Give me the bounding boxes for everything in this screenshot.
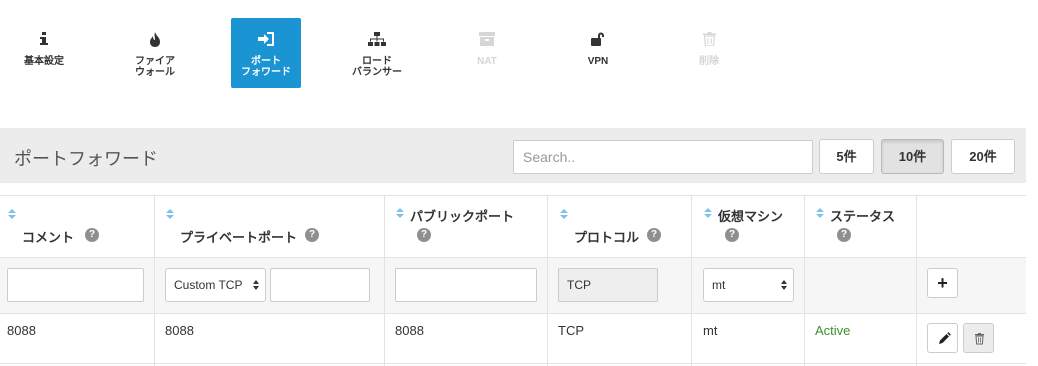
archive-icon [452,32,522,54]
vm-select[interactable]: mt [703,268,794,302]
comment-input[interactable] [7,268,144,302]
help-icon[interactable]: ? [85,228,99,242]
vm-select-value: mt [712,278,726,292]
tool-port-forward[interactable]: ポート フォワード [231,18,301,88]
sort-icon[interactable] [396,208,404,218]
cell-vm: mt [703,323,718,338]
cell-public-port: 8088 [395,323,424,338]
tool-load-balancer[interactable]: ロード バランサー [342,18,412,88]
fire-icon [120,32,190,54]
col-divider [384,195,385,366]
tool-load-balancer-label-1: ロード [362,56,392,67]
plus-icon: + [937,273,948,293]
column-header-label: プロトコル [574,230,640,245]
tool-firewall[interactable]: ファイア ウォール [120,18,190,88]
trash-icon [975,333,984,345]
search-input[interactable] [513,140,813,174]
column-header-label: コメント [22,230,75,245]
help-icon[interactable]: ? [725,228,739,242]
sort-icon[interactable] [560,209,568,219]
column-header-label: ステータス [830,209,896,224]
column-header-label: プライベートポート [180,230,298,245]
protocol-type-select-value: Custom TCP [174,278,243,292]
help-icon[interactable]: ? [417,228,431,242]
sort-icon[interactable] [816,208,824,218]
tool-firewall-label-1: ファイア [135,56,175,67]
add-rule-button[interactable]: + [927,268,958,298]
tool-vpn-label: VPN [587,56,609,67]
protocol-type-select[interactable]: Custom TCP [165,268,266,302]
tool-vpn[interactable]: VPN [563,18,633,88]
delete-row-button[interactable] [963,323,994,353]
cell-comment: 8088 [7,323,36,338]
trash-icon [674,32,744,54]
tool-port-forward-label-1: ポート [251,56,281,67]
sort-icon[interactable] [704,208,712,218]
select-arrows-icon [781,280,787,290]
cell-status: Active [815,323,851,338]
tool-nat[interactable]: NAT [452,18,522,88]
protocol-field: TCP [558,268,658,302]
select-arrows-icon [253,280,259,290]
help-icon[interactable]: ? [305,228,319,242]
tool-load-balancer-label-2: バランサー [352,67,402,78]
col-divider [691,195,692,366]
column-header-label: パブリックポート [410,209,515,224]
tool-port-forward-label-2: フォワード [241,67,291,78]
col-divider [154,195,155,366]
public-port-input[interactable] [395,268,537,302]
cell-private-port: 8088 [165,323,194,338]
tool-basic-settings[interactable]: 基本設定 [9,18,79,88]
column-header-label: 仮想マシン [718,209,784,224]
page-size-5-button[interactable]: 5件 [819,139,874,174]
sitemap-icon [342,32,412,54]
tool-firewall-label-2: ウォール [135,67,175,78]
toolbar: 基本設定 ファイア ウォール ポート フォワード ロード バランサー NAT V… [0,0,1038,128]
col-divider [804,195,805,366]
info-icon [9,32,79,54]
pencil-icon [939,332,951,344]
sign-in-icon [231,32,301,54]
list-header: ポートフォワード 5件 10件 20件 [0,128,1026,183]
col-divider [547,195,548,366]
help-icon[interactable]: ? [647,228,661,242]
edit-button[interactable] [927,323,958,353]
page-size-20-button[interactable]: 20件 [951,139,1015,174]
page-title: ポートフォワード [14,149,158,169]
page-size-10-button[interactable]: 10件 [881,139,944,174]
tool-delete[interactable]: 削除 [674,18,744,88]
help-icon[interactable]: ? [837,228,851,242]
cell-protocol: TCP [558,323,584,338]
sort-icon[interactable] [8,209,16,219]
tool-delete-label: 削除 [699,56,719,67]
private-port-input[interactable] [270,268,370,302]
unlock-icon [563,32,633,54]
tool-nat-label: NAT [477,56,497,67]
col-divider [916,195,917,366]
sort-icon[interactable] [166,209,174,219]
tool-basic-settings-label: 基本設定 [24,56,64,67]
